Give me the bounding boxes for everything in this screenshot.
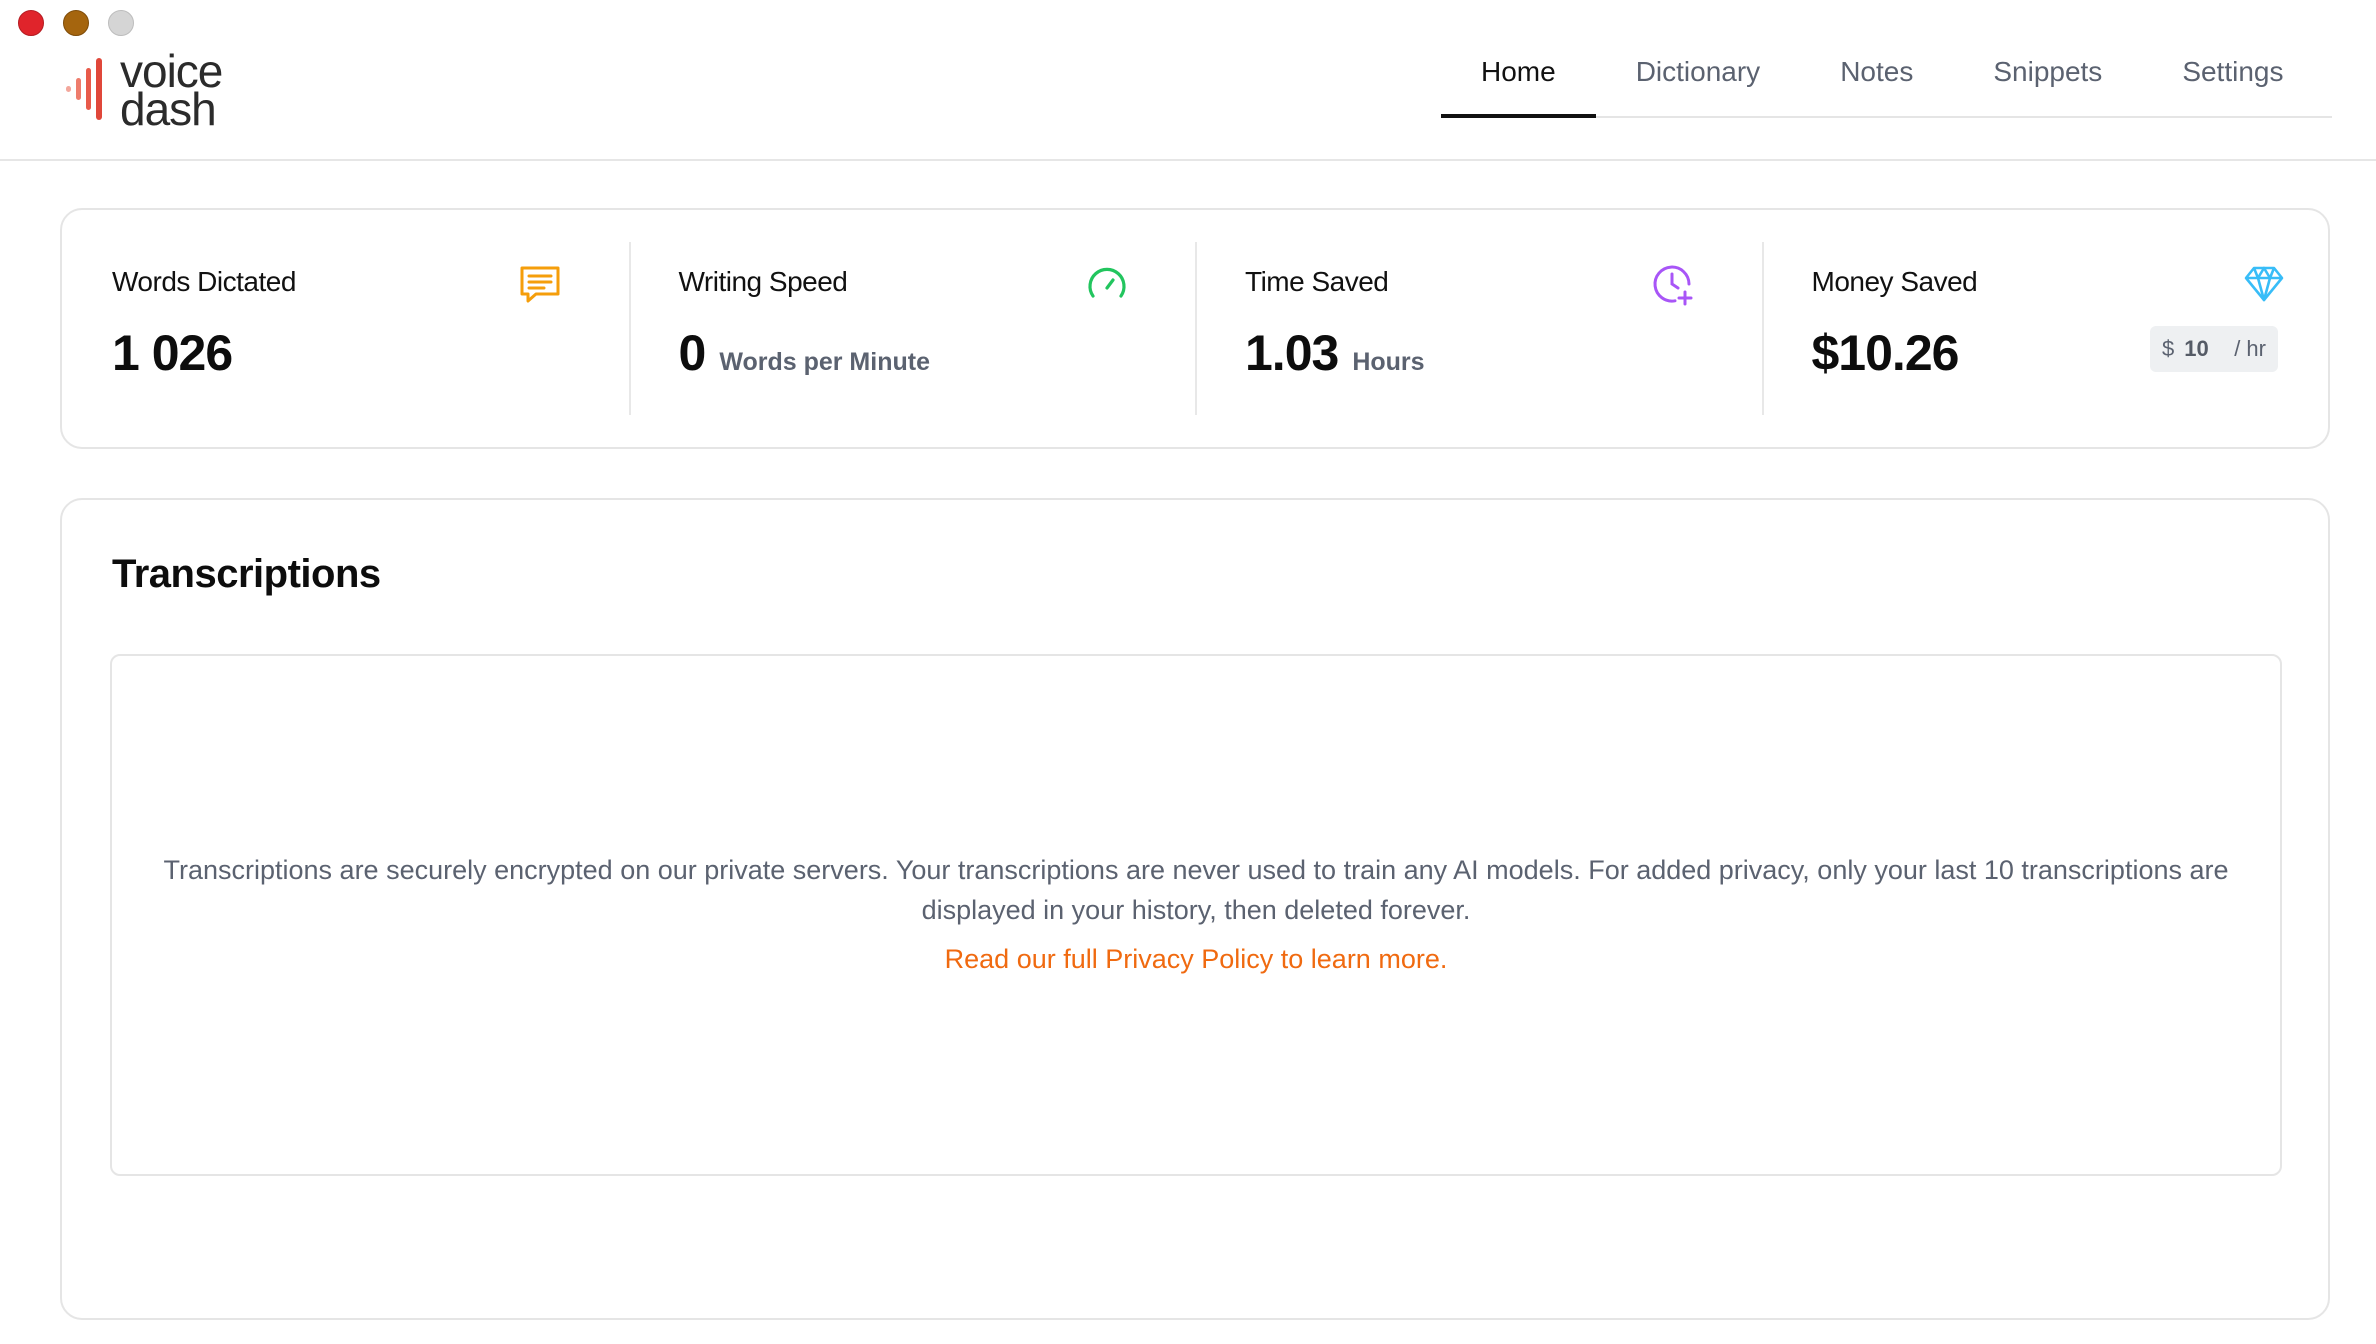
tab-dictionary[interactable]: Dictionary — [1596, 40, 1800, 116]
rate-currency: $ — [2161, 336, 2175, 361]
hourly-rate-input[interactable]: $ 10 / hr — [2149, 326, 2278, 372]
time-saved-value: 1.03 — [1245, 325, 1339, 381]
transcriptions-card: Transcriptions Transcriptions are secure… — [60, 498, 2330, 1320]
logo-line-2: dash — [120, 83, 217, 135]
stat-label: Money Saved — [1811, 266, 1978, 297]
speedometer-icon — [1087, 267, 1126, 298]
stat-writing-speed: Writing Speed 0 Words per Minute — [628, 210, 1196, 447]
transcriptions-empty-state: Transcriptions are securely encrypted on… — [110, 654, 2282, 1176]
writing-speed-unit: Words per Minute — [719, 348, 930, 376]
waveform-icon — [66, 58, 102, 120]
tab-notes[interactable]: Notes — [1800, 40, 1953, 116]
stats-card: Words Dictated 1 026 Writing Speed 0 Wor… — [60, 208, 2330, 449]
stat-label: Writing Speed — [678, 266, 848, 297]
stat-money-saved: Money Saved $10.26 $ 10 / hr — [1761, 210, 2329, 447]
rate-suffix: / hr — [2234, 336, 2266, 361]
stat-words-dictated: Words Dictated 1 026 — [62, 210, 629, 447]
privacy-info-text: Transcriptions are securely encrypted on… — [163, 854, 2229, 925]
transcriptions-title: Transcriptions — [112, 552, 381, 596]
tab-snippets[interactable]: Snippets — [1953, 40, 2142, 116]
rate-value[interactable]: 10 — [2184, 336, 2224, 362]
words-dictated-value: 1 026 — [112, 325, 233, 381]
stat-time-saved: Time Saved 1.03 Hours — [1195, 210, 1762, 447]
main-nav: Home Dictionary Notes Snippets Settings — [1441, 40, 2332, 118]
logo-wordmark: voice dash — [120, 48, 223, 135]
writing-speed-value: 0 — [678, 325, 707, 381]
tab-home[interactable]: Home — [1441, 40, 1596, 118]
clock-plus-icon — [1653, 265, 1693, 306]
time-saved-unit: Hours — [1352, 348, 1425, 376]
app-logo: voice dash — [64, 48, 223, 135]
stat-label: Words Dictated — [112, 266, 296, 297]
money-saved-value: $10.26 — [1811, 325, 1960, 381]
chat-icon — [520, 266, 560, 303]
app-header: voice dash Home Dictionary Notes Snippet… — [0, 0, 2376, 161]
tab-settings[interactable]: Settings — [2142, 40, 2323, 116]
stat-label: Time Saved — [1245, 266, 1389, 297]
privacy-policy-link[interactable]: Read our full Privacy Policy to learn mo… — [945, 944, 1448, 975]
diamond-icon — [2244, 266, 2283, 302]
